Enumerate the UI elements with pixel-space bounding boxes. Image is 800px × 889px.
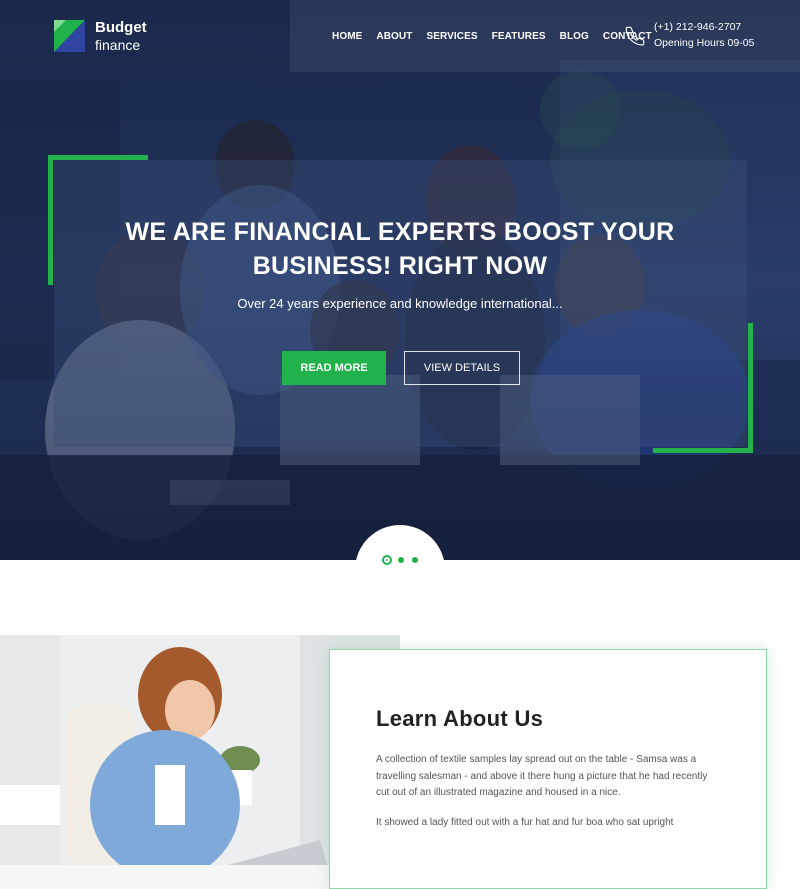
read-more-button[interactable]: READ MORE xyxy=(282,351,386,385)
logo-mark-icon xyxy=(54,20,85,52)
contact-phone[interactable]: (+1) 212-946-2707 xyxy=(654,21,741,33)
nav-services[interactable]: SERVICES xyxy=(426,31,477,42)
nav-blog[interactable]: BLOG xyxy=(560,31,589,42)
slider-dot-3[interactable] xyxy=(412,557,418,563)
about-paragraph-2: It showed a lady fitted out with a fur h… xyxy=(376,817,674,828)
main-nav: HOME ABOUT SERVICES FEATURES BLOG CONTAC… xyxy=(332,31,666,42)
slider-dot-1[interactable] xyxy=(382,555,392,565)
hero-section: Budget finance HOME ABOUT SERVICES FEATU… xyxy=(0,0,800,560)
logo-text-finance[interactable]: finance xyxy=(95,37,140,53)
logo-text-budget[interactable]: Budget xyxy=(95,19,147,36)
slider-pagination xyxy=(355,525,445,615)
view-details-button[interactable]: VIEW DETAILS xyxy=(404,351,520,385)
about-paragraph-1: A collection of textile samples lay spre… xyxy=(376,754,708,798)
nav-home[interactable]: HOME xyxy=(332,31,362,42)
slider-dot-2[interactable] xyxy=(398,557,404,563)
hero-frame-bottom-right xyxy=(653,323,753,453)
nav-features[interactable]: FEATURES xyxy=(492,31,546,42)
logo[interactable] xyxy=(54,20,95,52)
nav-about[interactable]: ABOUT xyxy=(376,31,412,42)
about-title: Learn About Us xyxy=(376,706,544,731)
opening-hours: Opening Hours 09-05 xyxy=(654,37,755,49)
hero-title: WE ARE FINANCIAL EXPERTS BOOST YOUR BUSI… xyxy=(125,218,675,280)
hero-subtitle: Over 24 years experience and knowledge i… xyxy=(237,296,563,311)
phone-icon xyxy=(625,26,645,46)
